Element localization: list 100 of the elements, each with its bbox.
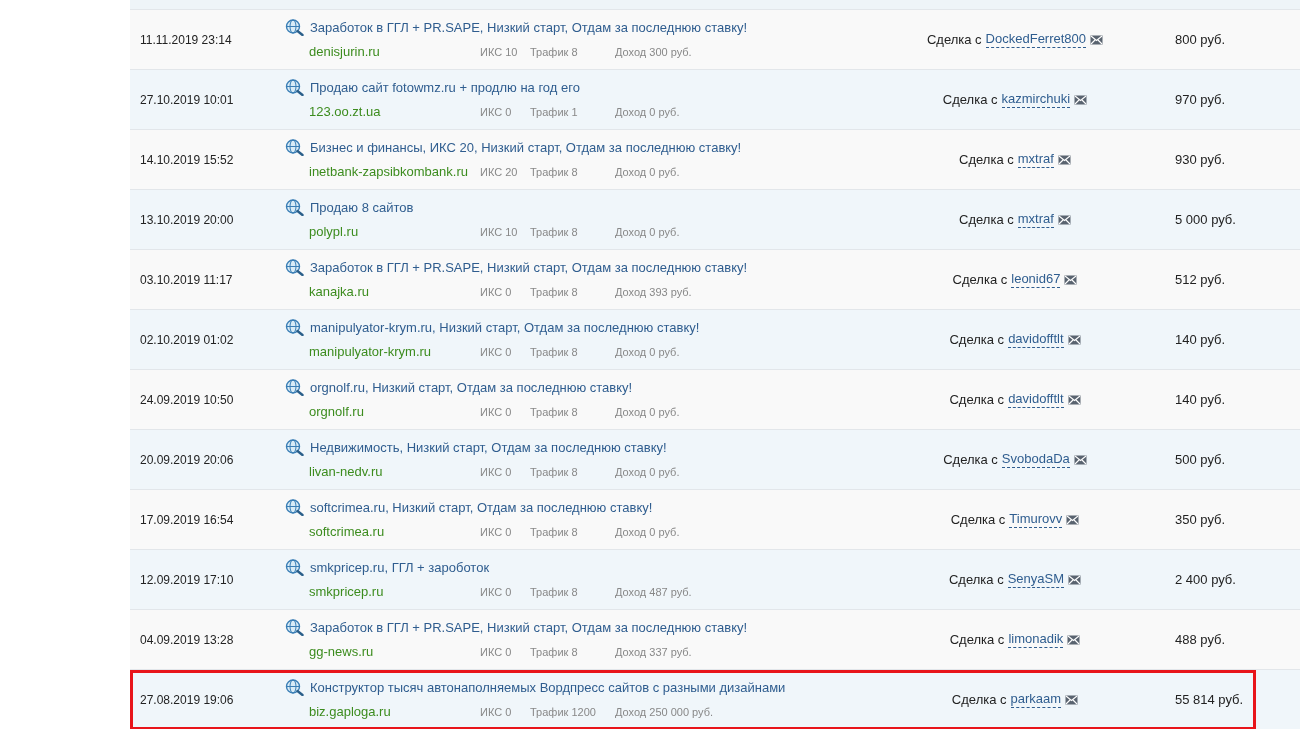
traffic-stat: Трафик 8 [530, 165, 579, 180]
deal-price: 2 400 руб. [1174, 570, 1237, 589]
deal-date: 20.09.2019 20:06 [140, 451, 235, 469]
globe-search-icon [285, 558, 304, 576]
site-domain: inetbank-zapsibkombank.ru [309, 163, 469, 181]
site-domain: gg-news.ru [309, 643, 375, 661]
iks-stat: ИКС 20 [480, 165, 519, 180]
deal-price: 140 руб. [1174, 390, 1227, 409]
listing-title-link[interactable]: orgnolf.ru, Низкий старт, Отдам за последнюю ставку! [310, 377, 633, 397]
deal-price: 350 руб. [1174, 510, 1227, 529]
deal-date: 03.10.2019 11:17 [140, 271, 234, 289]
envelope-icon[interactable] [1067, 394, 1081, 405]
globe-search-icon [285, 138, 304, 156]
income-stat: Доход 487 руб. [615, 585, 692, 600]
iks-stat: ИКС 0 [480, 525, 513, 540]
listing-title-link[interactable]: Продаю сайт fotowmz.ru + продлю на год его [310, 77, 580, 97]
deal-price: 140 руб. [1174, 330, 1227, 349]
traffic-stat: Трафик 8 [530, 465, 579, 480]
deal-price: 500 руб. [1174, 450, 1227, 469]
iks-stat: ИКС 0 [480, 405, 513, 420]
user-link[interactable]: leonid67 [1011, 271, 1061, 288]
iks-stat: ИКС 0 [480, 285, 513, 300]
deal-date: 17.09.2019 16:54 [140, 511, 235, 529]
site-domain: polypl.ru [309, 223, 360, 241]
traffic-stat: Трафик 8 [530, 345, 579, 360]
deal-label: Сделка с [948, 570, 1004, 589]
user-link[interactable]: parkaam [1010, 691, 1062, 708]
user-link[interactable]: davidofftlt [1008, 391, 1064, 408]
listing-title-link[interactable]: Заработок в ГГЛ + PR.SAPE, Низкий старт, Отдам за последнюю ставку! [310, 257, 748, 277]
envelope-icon[interactable] [1068, 574, 1082, 585]
iks-stat: ИКС 10 [480, 225, 519, 240]
site-domain: softcrimea.ru [309, 523, 386, 541]
traffic-stat: Трафик 1200 [530, 705, 597, 720]
envelope-icon[interactable] [1065, 694, 1079, 705]
listing-title-link[interactable]: manipulyator-krym.ru, Низкий старт, Отдам за последнюю ставку! [310, 317, 700, 337]
income-stat: Доход 0 руб. [615, 405, 680, 420]
listing-title-link[interactable]: Продаю 8 сайтов [310, 197, 414, 217]
envelope-icon[interactable] [1067, 634, 1081, 645]
user-link[interactable]: mxtraf [1017, 211, 1054, 228]
income-stat: Доход 300 руб. [615, 45, 692, 60]
income-stat: Доход 337 руб. [615, 645, 692, 660]
envelope-icon[interactable] [1073, 454, 1087, 465]
traffic-stat: Трафик 8 [530, 525, 579, 540]
site-domain: 123.oo.zt.ua [309, 103, 382, 121]
deal-date: 11.11.2019 23:14 [140, 31, 233, 49]
user-link[interactable]: limonadik [1008, 631, 1064, 648]
traffic-stat: Трафик 8 [530, 225, 579, 240]
deal-date: 27.10.2019 10:01 [140, 91, 235, 109]
iks-stat: ИКС 0 [480, 465, 513, 480]
envelope-icon[interactable] [1090, 34, 1104, 45]
deal-date: 12.09.2019 17:10 [140, 571, 235, 589]
iks-stat: ИКС 0 [480, 345, 513, 360]
site-domain: livan-nedv.ru [309, 463, 384, 481]
globe-search-icon [285, 678, 304, 696]
income-stat: Доход 0 руб. [615, 465, 680, 480]
envelope-icon[interactable] [1066, 514, 1080, 525]
income-stat: Доход 0 руб. [615, 225, 680, 240]
deal-price: 512 руб. [1174, 270, 1227, 289]
globe-search-icon [285, 618, 304, 636]
site-domain: kanajka.ru [309, 283, 370, 301]
iks-stat: ИКС 0 [480, 705, 513, 720]
deal-label: Сделка с [959, 210, 1014, 229]
traffic-stat: Трафик 1 [530, 105, 579, 120]
globe-search-icon [285, 318, 304, 336]
listing-title-link[interactable]: smkpricep.ru, ГГЛ + зароботок [310, 557, 490, 577]
user-link[interactable]: davidofftlt [1008, 331, 1064, 348]
deal-label: Сделка с [943, 450, 998, 469]
deal-date: 14.10.2019 15:52 [140, 151, 235, 169]
user-link[interactable]: SvobodaDa [1001, 451, 1070, 468]
listing-title-link[interactable]: Недвижимость, Низкий старт, Отдам за последнюю ставку! [310, 437, 667, 457]
listing-title-link[interactable]: Конструктор тысяч автонаполняемых Вордпресс сайтов с разными дизайнами [310, 677, 786, 697]
deal-label: Сделка с [951, 690, 1007, 709]
iks-stat: ИКС 10 [480, 45, 519, 60]
user-link[interactable]: DockedFerret800 [985, 31, 1087, 48]
user-link[interactable]: kazmirchuki [1001, 91, 1071, 108]
envelope-icon[interactable] [1067, 334, 1081, 345]
envelope-icon[interactable] [1057, 214, 1071, 225]
globe-search-icon [285, 378, 304, 396]
envelope-icon[interactable] [1074, 94, 1088, 105]
iks-stat: ИКС 0 [480, 645, 513, 660]
listing-title-link[interactable]: Заработок в ГГЛ + PR.SAPE, Низкий старт, Отдам за последнюю ставку! [310, 617, 748, 637]
site-domain: denisjurin.ru [309, 43, 381, 61]
user-link[interactable]: mxtraf [1017, 151, 1054, 168]
listing-title-link[interactable]: softcrimea.ru, Низкий старт, Отдам за последнюю ставку! [310, 497, 653, 517]
user-link[interactable]: Timurovv [1009, 511, 1063, 528]
site-domain: smkpricep.ru [309, 583, 385, 601]
deal-price: 930 руб. [1174, 150, 1227, 169]
deal-label: Сделка с [949, 330, 1005, 349]
deal-price: 800 руб. [1174, 30, 1227, 49]
deal-price: 970 руб. [1174, 90, 1227, 109]
envelope-icon[interactable] [1064, 274, 1078, 285]
listing-title-link[interactable]: Заработок в ГГЛ + PR.SAPE, Низкий старт, Отдам за последнюю ставку! [310, 17, 748, 37]
traffic-stat: Трафик 8 [530, 45, 579, 60]
user-link[interactable]: SenyaSM [1007, 571, 1065, 588]
listing-title-link[interactable]: Бизнес и финансы, ИКС 20, Низкий старт, Отдам за последнюю ставку! [310, 137, 742, 157]
income-stat: Доход 0 руб. [615, 345, 680, 360]
traffic-stat: Трафик 8 [530, 585, 579, 600]
traffic-stat: Трафик 8 [530, 645, 579, 660]
envelope-icon[interactable] [1057, 154, 1071, 165]
deal-label: Сделка с [949, 630, 1005, 649]
